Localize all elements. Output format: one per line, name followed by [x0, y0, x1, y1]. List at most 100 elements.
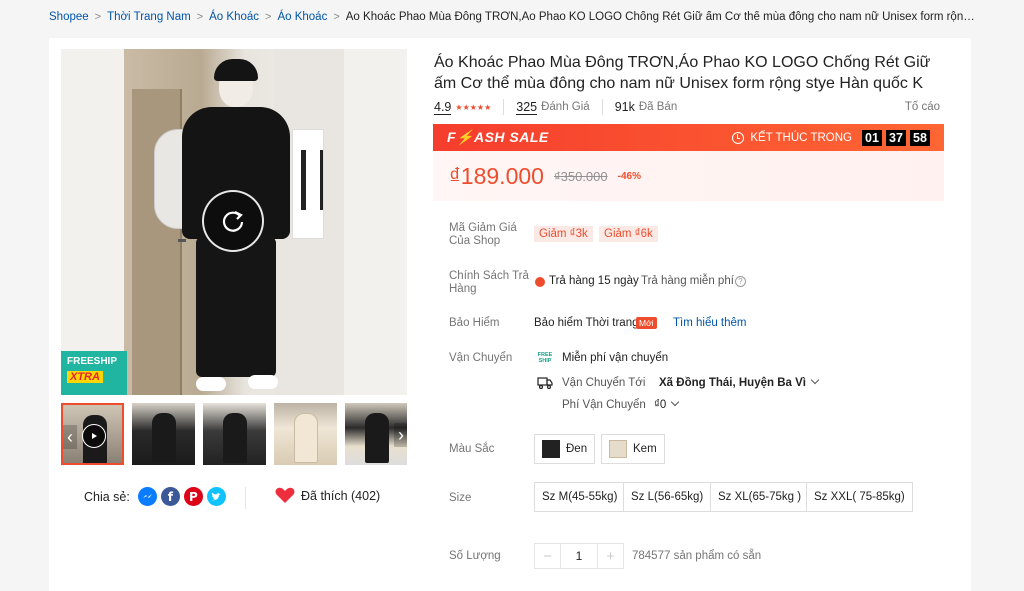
new-badge: Mới [636, 317, 657, 329]
size-option-xxl[interactable]: Sz XXL( 75-85kg) [806, 482, 913, 512]
size-option-label: Sz XXL( 75-85kg) [814, 491, 905, 503]
rating-value[interactable]: 4.9 [434, 100, 452, 115]
countdown-minutes: 37 [886, 129, 906, 146]
breadcrumb-link-subcategory-2[interactable]: Áo Khoác [277, 11, 327, 23]
color-option-label: Kem [633, 443, 657, 455]
ratings-count[interactable]: 325 [516, 100, 538, 115]
share-label: Chia sẻ: [84, 489, 130, 504]
product-card: FREESHIP XTRA ‹ › Chia sẻ: f P Đã thích … [49, 38, 971, 591]
quantity-decrease-button[interactable]: − [535, 544, 560, 568]
price-box: ₫189.000 ₫350.000 -46% [433, 151, 944, 201]
help-icon[interactable]: ? [735, 276, 746, 287]
truck-icon [537, 377, 553, 389]
chevron-right-icon: > [196, 11, 204, 23]
star-rating-icon: ★★★★★ [455, 102, 492, 112]
size-option-m[interactable]: Sz M(45-55kg) [534, 482, 626, 512]
return-policy-label: Chính Sách Trả Hàng [449, 270, 529, 295]
breadcrumb-link-subcategory[interactable]: Áo Khoác [209, 11, 259, 23]
replay-video-button[interactable] [202, 190, 264, 252]
shipping-fee-label: Phí Vận Chuyển [562, 399, 646, 411]
breadcrumb-link-shopee[interactable]: Shopee [49, 11, 89, 23]
thumbnail-image[interactable] [274, 403, 337, 465]
product-main-image[interactable]: FREESHIP XTRA [61, 49, 407, 395]
return-free-text: Trả hàng miễn phí [641, 275, 734, 287]
countdown-seconds: 58 [910, 129, 930, 146]
discount-label: -46% [617, 170, 641, 182]
size-option-xl[interactable]: Sz XL(65-75kg ) [710, 482, 810, 512]
learn-more-link[interactable]: Tìm hiểu thêm [673, 317, 747, 329]
shop-vouchers-label: Mã Giảm Giá Của Shop [449, 222, 517, 247]
ratings-label: Đánh Giá [541, 101, 590, 113]
countdown-hours: 01 [862, 129, 882, 146]
insurance-label: Bảo Hiểm [449, 317, 500, 329]
thumbnail-image[interactable] [203, 403, 266, 465]
color-thumbnail [609, 440, 627, 458]
size-option-label: Sz L(56-65kg) [631, 491, 704, 503]
thumbnail-image[interactable] [132, 403, 195, 465]
twitter-icon[interactable] [206, 487, 226, 506]
pinterest-icon[interactable]: P [183, 487, 203, 506]
chevron-right-icon: > [94, 11, 102, 23]
shipping-fee-value: ₫0 [654, 399, 667, 411]
chevron-right-icon: > [265, 11, 272, 23]
quantity-label: Số Lượng [449, 550, 501, 562]
color-option-kem[interactable]: Kem [601, 434, 665, 464]
xtra-badge-text: XTRA [67, 371, 103, 383]
replay-icon [222, 211, 244, 232]
color-option-label: Đen [566, 443, 588, 455]
free-shipping-text: Miễn phí vận chuyển [562, 352, 669, 364]
like-button[interactable]: Đã thích (402) [275, 487, 380, 504]
chevron-right-icon: > [333, 11, 340, 23]
breadcrumb: Shopee > Thời Trang Nam > Áo Khoác > Áo … [49, 9, 979, 25]
heart-icon [275, 487, 295, 503]
thumbnail-video[interactable]: ‹ [61, 403, 124, 465]
sold-label: Đã Bán [638, 101, 678, 113]
size-option-l[interactable]: Sz L(56-65kg) [623, 482, 712, 512]
product-title: Áo Khoác Phao Mùa Đông TRƠN,Áo Phao KO L… [434, 54, 931, 92]
facebook-icon[interactable]: f [160, 487, 180, 506]
color-thumbnail [542, 440, 560, 458]
thumbnail-next-button[interactable]: › [394, 423, 407, 447]
flash-sale-countdown: KẾT THÚC TRONG 01 37 58 [732, 129, 930, 146]
flash-sale-ends-label: KẾT THÚC TRONG [750, 131, 852, 144]
size-option-label: Sz M(45-55kg) [542, 491, 618, 503]
original-price: ₫350.000 [553, 168, 608, 184]
color-label: Màu Sắc [449, 443, 495, 455]
quantity-stepper: − 1 + [534, 543, 624, 569]
shipping-destination[interactable]: Xã Đồng Thái, Huyện Ba Vì [659, 375, 820, 389]
chevron-down-icon [810, 375, 820, 385]
shipping-fee[interactable]: ₫0 [654, 397, 680, 411]
flash-sale-title: F⚡ASH SALE [447, 129, 549, 145]
thumbnail-prev-button[interactable]: ‹ [63, 425, 77, 449]
report-button[interactable]: Tố cáo [905, 101, 940, 113]
stock-available-text: 784577 sản phẩm có sẵn [632, 550, 762, 562]
freeship-icon: FREE SHIP [537, 352, 553, 364]
shipping-label: Vận Chuyển [449, 352, 513, 364]
thumbnail-strip: ‹ › [61, 403, 407, 467]
breadcrumb-link-category[interactable]: Thời Trang Nam [107, 11, 191, 23]
like-count-label: Đã thích (402) [301, 488, 381, 503]
freeship-xtra-badge: FREESHIP XTRA [61, 351, 127, 395]
quantity-increase-button[interactable]: + [598, 544, 623, 568]
sold-count: 91k [614, 100, 635, 114]
thumbnail-image[interactable]: › [345, 403, 407, 465]
return-shield-icon [535, 277, 545, 287]
return-days-text: Trả hàng 15 ngày [549, 275, 639, 287]
voucher-chip[interactable]: Giảm ₫6k [599, 226, 658, 242]
shipping-to-label: Vận Chuyển Tới [562, 377, 646, 389]
size-option-label: Sz XL(65-75kg ) [718, 491, 802, 503]
clock-icon [732, 131, 745, 144]
play-icon[interactable] [82, 424, 106, 448]
messenger-icon[interactable] [137, 487, 157, 506]
breadcrumb-current: Áo Khoác Phao Mùa Đông TRƠN,Áo Phao KO L… [345, 11, 979, 23]
voucher-chip[interactable]: Giảm ₫3k [534, 226, 593, 242]
flash-sale-bar: F⚡ASH SALE KẾT THÚC TRONG 01 37 58 [433, 124, 944, 151]
shipping-destination-text: Xã Đồng Thái, Huyện Ba Vì [659, 377, 806, 389]
insurance-name: Bảo hiểm Thời trang [534, 317, 639, 329]
product-stats: 4.9 ★★★★★ 325 Đánh Giá 91k Đã Bán Tố cáo [434, 98, 940, 116]
share-row: Chia sẻ: f P [84, 487, 226, 506]
chevron-down-icon [671, 397, 680, 407]
quantity-input[interactable]: 1 [560, 544, 598, 568]
color-option-den[interactable]: Đen [534, 434, 596, 464]
divider [245, 487, 246, 509]
